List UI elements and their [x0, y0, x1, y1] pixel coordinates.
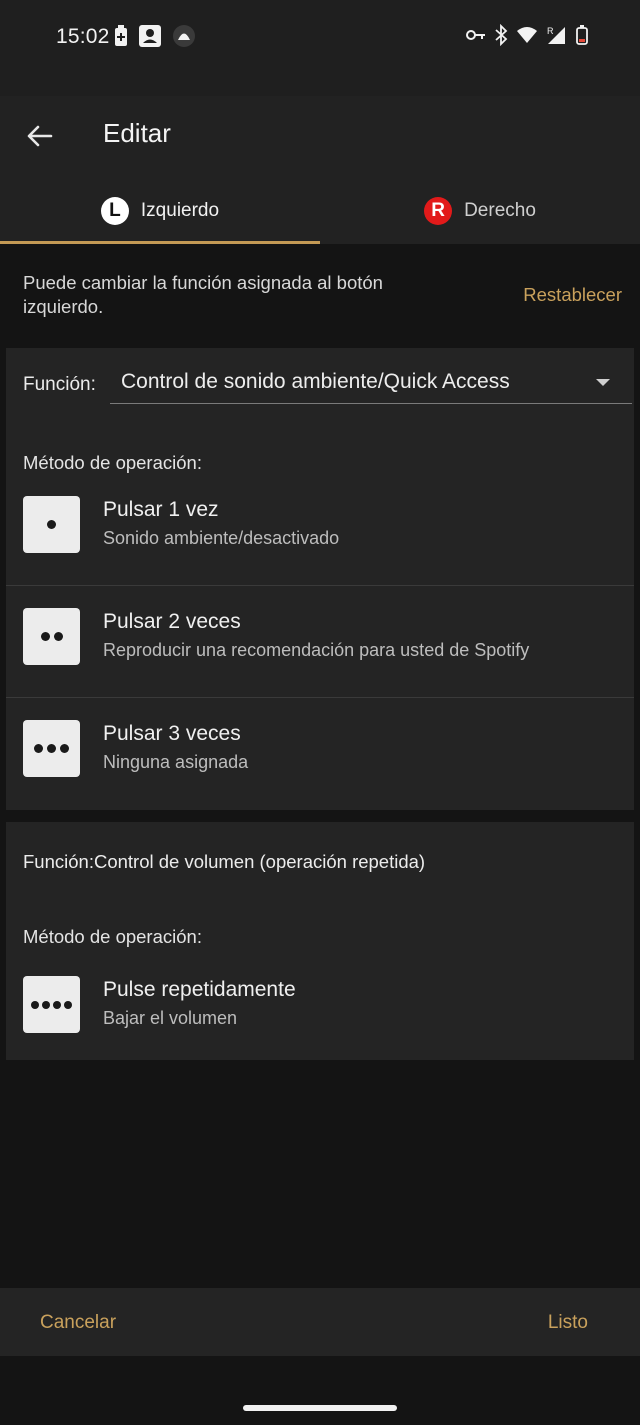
operation-subtitle: Ninguna asignada — [103, 752, 249, 772]
operation-item[interactable]: Pulse repetidamente Bajar el volumen — [6, 954, 634, 1066]
function-text: Función:Control de volumen (operación re… — [23, 851, 426, 872]
intro-section: Puede cambiar la función asignada al bot… — [0, 244, 640, 348]
cancel-button[interactable]: Cancelar — [40, 1312, 116, 1334]
key-icon — [466, 28, 486, 42]
tab-right[interactable]: R Derecho — [320, 178, 640, 244]
wifi-icon — [516, 26, 538, 44]
tab-left-label: Izquierdo — [140, 200, 220, 221]
battery-icon — [576, 25, 588, 45]
operation-item[interactable]: Pulsar 2 veces Reproducir una recomendac… — [6, 586, 634, 698]
bottom-action-bar: Cancelar Listo — [0, 1288, 640, 1356]
done-button[interactable]: Listo — [548, 1312, 588, 1334]
operation-title: Pulsar 2 veces — [103, 610, 241, 633]
battery-saver-icon — [114, 25, 128, 47]
function-card-2: Función:Control de volumen (operación re… — [6, 822, 634, 1060]
method-label: Método de operación: — [23, 452, 202, 473]
triple-tap-icon — [23, 720, 80, 777]
function-row: Función: — [23, 374, 96, 396]
operation-title: Pulsar 3 veces — [103, 722, 241, 745]
page-title: Editar — [103, 118, 171, 148]
function-card-1: Función: Control de sonido ambiente/Quic… — [6, 348, 634, 810]
tab-left[interactable]: L Izquierdo — [0, 178, 320, 244]
status-left-icons — [114, 24, 196, 48]
double-tap-icon — [23, 608, 80, 665]
intro-text: Puede cambiar la función asignada al bot… — [23, 272, 383, 317]
svg-text:R: R — [547, 26, 554, 36]
single-tap-icon — [23, 496, 80, 553]
status-right-icons: R — [466, 24, 588, 46]
function-dropdown-value: Control de sonido ambiente/Quick Access — [121, 370, 510, 393]
reset-button[interactable]: Restablecer — [523, 284, 622, 306]
system-nav-area — [0, 1356, 640, 1425]
operation-title: Pulsar 1 vez — [103, 498, 219, 521]
operation-title: Pulse repetidamente — [103, 978, 296, 1001]
operation-item[interactable]: Pulsar 1 vez Sonido ambiente/desactivado — [6, 474, 634, 586]
operation-subtitle: Sonido ambiente/desactivado — [103, 528, 340, 548]
method-label: Método de operación: — [23, 926, 202, 947]
app-bar: Editar L Izquierdo R Derecho — [0, 96, 640, 244]
dropdown-caret-icon — [596, 379, 610, 386]
repeated-tap-icon — [23, 976, 80, 1033]
tabs: L Izquierdo R Derecho — [0, 178, 640, 244]
function-label: Función: — [23, 374, 96, 395]
bluetooth-icon — [494, 24, 508, 46]
tab-right-label: Derecho — [464, 200, 536, 221]
signal-roaming-icon: R — [546, 25, 568, 45]
left-badge-icon: L — [100, 197, 129, 225]
status-bar: 15:02 R — [0, 0, 640, 96]
app-circle-icon — [172, 24, 196, 48]
back-arrow-icon[interactable] — [22, 116, 62, 156]
operation-item[interactable]: Pulsar 3 veces Ninguna asignada — [6, 698, 634, 810]
function-dropdown[interactable]: Control de sonido ambiente/Quick Access — [110, 370, 632, 404]
contact-card-icon — [138, 24, 162, 48]
home-indicator[interactable] — [243, 1405, 397, 1411]
status-time: 15:02 — [56, 25, 110, 48]
operation-subtitle: Bajar el volumen — [103, 1008, 238, 1028]
right-badge-icon: R — [424, 197, 453, 225]
operation-subtitle: Reproducir una recomendación para usted … — [103, 640, 530, 660]
